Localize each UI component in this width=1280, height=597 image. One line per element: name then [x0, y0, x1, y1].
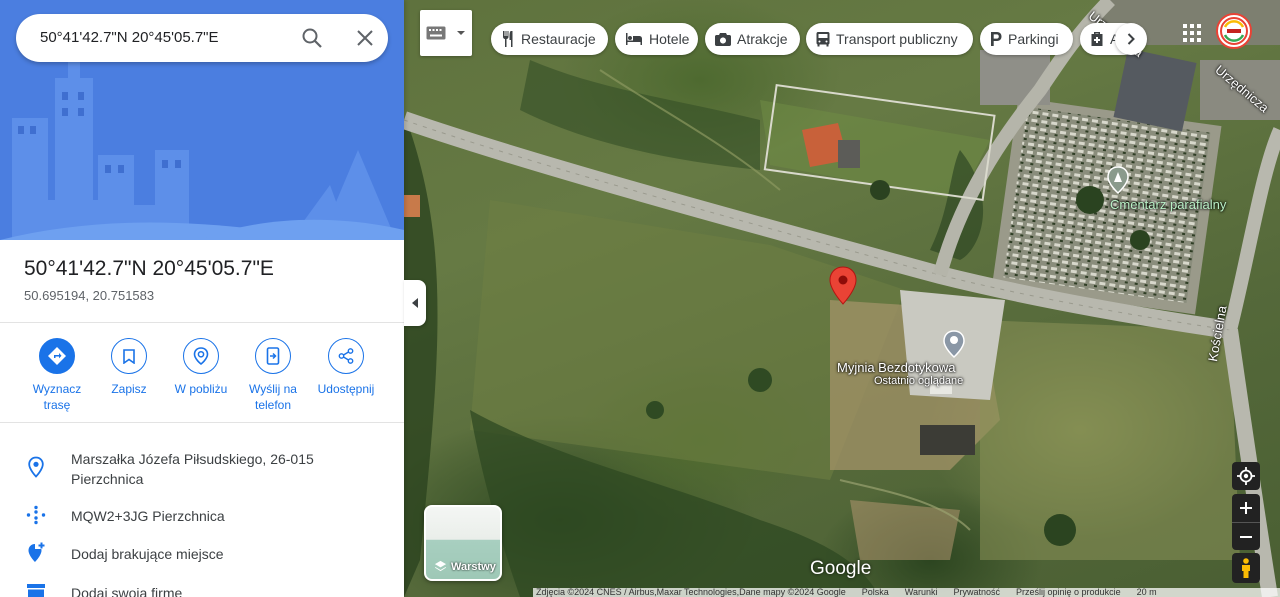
chip-parking[interactable]: Parkingi — [980, 23, 1073, 55]
avatar-logo-icon — [1220, 17, 1248, 45]
recent-label: Ostatnio oglądane — [874, 375, 964, 387]
add-place-row[interactable]: Dodaj brakujące miejsce — [0, 541, 404, 565]
share-button[interactable]: Udostępnij — [310, 338, 382, 397]
hotel-icon — [626, 33, 642, 45]
transit-icon — [816, 32, 830, 47]
google-logo: Google — [810, 558, 872, 579]
chip-transit-label: Transport publiczny — [836, 31, 958, 47]
crosshair-icon — [1237, 467, 1255, 485]
chip-attractions[interactable]: Atrakcje — [705, 23, 800, 55]
divider — [0, 422, 404, 423]
send-to-phone-label: Wyślij na telefon — [249, 382, 297, 412]
share-label: Udostępnij — [317, 382, 375, 396]
zoom-out-button[interactable] — [1232, 522, 1260, 550]
street-view-button[interactable] — [1232, 553, 1260, 583]
action-buttons: Wyznacz trasę Zapisz W pobliżu Wyślij na… — [0, 338, 404, 418]
plus-code-row[interactable]: MQW2+3JG Pierzchnica — [0, 503, 404, 527]
chip-attractions-label: Atrakcje — [737, 31, 788, 47]
imagery-credit: Zdjęcia ©2024 CNES / Airbus,Maxar Techno… — [536, 588, 846, 597]
directions-label: Wyznacz trasę — [32, 382, 82, 412]
layers-icon — [434, 560, 447, 572]
search-box[interactable]: 50°41'42.7"N 20°45'05.7"E — [16, 14, 388, 62]
apps-grid-icon[interactable] — [1180, 21, 1204, 45]
send-to-phone-button[interactable]: Wyślij na telefon — [237, 338, 309, 413]
nearby-button[interactable]: W pobliżu — [165, 338, 237, 397]
chevron-left-icon — [411, 298, 418, 308]
nearby-icon — [193, 347, 209, 365]
privacy-link[interactable]: Prywatność — [953, 588, 1000, 597]
feedback-link[interactable]: Prześlij opinię o produkcie — [1016, 588, 1121, 597]
my-location-button[interactable] — [1232, 462, 1260, 490]
save-circle — [111, 338, 147, 374]
add-business-row[interactable]: Dodaj swoją firmę — [0, 580, 404, 597]
save-label: Zapisz — [111, 382, 147, 396]
layers-label-wrap: Warstwy — [434, 560, 496, 573]
carwash-label[interactable]: Myjnia Bezdotykowa — [837, 360, 956, 375]
country-link[interactable]: Polska — [862, 588, 889, 597]
input-tools-button[interactable] — [420, 10, 472, 56]
close-icon[interactable] — [353, 26, 377, 50]
bookmark-icon — [123, 348, 135, 364]
share-icon — [338, 348, 354, 364]
keyboard-icon — [426, 26, 446, 40]
cemetery-poi-icon[interactable] — [1107, 166, 1129, 194]
plus-code-text: MQW2+3JG Pierzchnica — [71, 508, 225, 524]
nearby-circle — [183, 338, 219, 374]
layers-label: Warstwy — [451, 560, 496, 573]
chip-transit[interactable]: Transport publiczny — [806, 23, 973, 55]
address-row[interactable]: Marszałka Józefa Piłsudskiego, 26-015 Pi… — [0, 451, 404, 495]
directions-circle — [39, 338, 75, 374]
place-title: 50°41'42.7"N 20°45'05.7"E — [24, 257, 274, 280]
chip-restaurants[interactable]: Restauracje — [491, 23, 608, 55]
address-line2: Pierzchnica — [71, 471, 144, 487]
storefront-icon — [27, 584, 45, 597]
collapse-panel-button[interactable] — [404, 280, 426, 326]
pegman-icon — [1242, 558, 1250, 578]
carwash-poi-icon[interactable] — [943, 330, 965, 358]
divider — [0, 322, 404, 323]
chip-parking-label: Parkingi — [1008, 31, 1059, 47]
plus-icon — [1240, 502, 1252, 514]
camera-icon — [715, 33, 731, 46]
pharmacy-icon — [1091, 32, 1103, 46]
parking-icon — [991, 32, 1002, 46]
save-button[interactable]: Zapisz — [93, 338, 165, 397]
search-input[interactable]: 50°41'42.7"N 20°45'05.7"E — [40, 29, 219, 46]
directions-icon — [48, 347, 66, 365]
send-to-phone-icon — [266, 347, 280, 365]
chips-next-button[interactable] — [1115, 23, 1147, 55]
directions-button[interactable]: Wyznacz trasę — [21, 338, 93, 413]
place-panel: 50°41'42.7"N 20°45'05.7"E 50°41'42.7"N 2… — [0, 0, 404, 597]
search-icon[interactable] — [300, 26, 324, 50]
cemetery-label[interactable]: Cmentarz parafialny — [1110, 197, 1226, 212]
address-text: Marszałka Józefa Piłsudskiego, 26-015 Pi… — [71, 449, 371, 489]
add-business-text: Dodaj swoją firmę — [71, 585, 183, 597]
location-pin-outline-icon — [28, 456, 44, 478]
location-pin-icon[interactable] — [829, 266, 857, 306]
chip-hotels-label: Hotele — [649, 31, 690, 47]
map-attribution-bar: Zdjęcia ©2024 CNES / Airbus,Maxar Techno… — [533, 588, 1280, 597]
terms-link[interactable]: Warunki — [905, 588, 938, 597]
layers-button[interactable]: Warstwy — [424, 505, 502, 581]
chevron-down-icon — [457, 31, 465, 35]
address-line1: Marszałka Józefa Piłsudskiego, 26-015 — [71, 451, 314, 467]
minus-icon — [1240, 535, 1252, 538]
zoom-in-button[interactable] — [1232, 494, 1260, 522]
chip-hotels[interactable]: Hotele — [615, 23, 698, 55]
restaurant-icon — [503, 31, 513, 47]
account-avatar[interactable] — [1216, 13, 1252, 49]
send-to-phone-circle — [255, 338, 291, 374]
decimal-coordinates: 50.695194, 20.751583 — [24, 288, 155, 303]
chip-restaurants-label: Restauracje — [521, 31, 596, 47]
chevron-right-icon — [1127, 33, 1135, 45]
nearby-label: W pobliżu — [174, 382, 228, 396]
add-location-icon — [28, 542, 45, 562]
scale-label[interactable]: 20 m — [1137, 588, 1157, 597]
share-circle — [328, 338, 364, 374]
add-place-text: Dodaj brakujące miejsce — [71, 546, 224, 562]
plus-code-icon — [26, 505, 46, 525]
